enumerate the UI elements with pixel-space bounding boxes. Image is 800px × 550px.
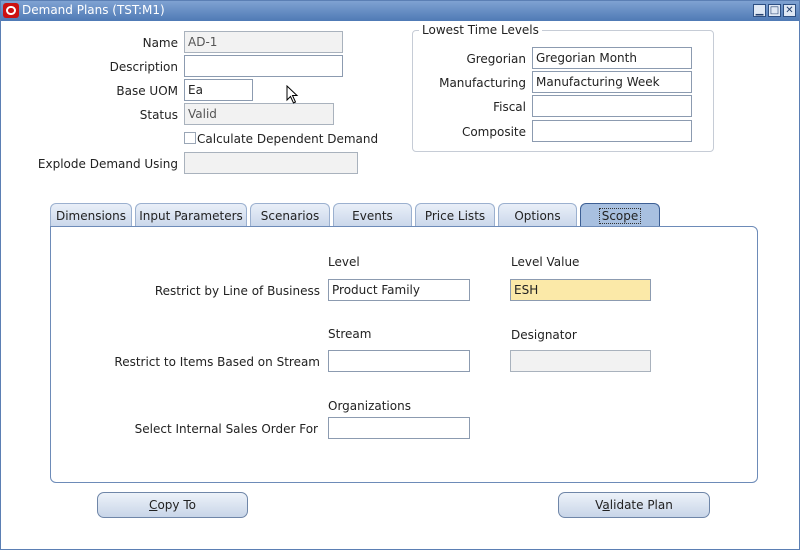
validate-plan-button[interactable]: Validate Plan (558, 492, 710, 518)
composite-label: Composite (461, 125, 526, 139)
minimize-icon[interactable]: ▁ (753, 4, 766, 17)
close-icon[interactable]: ✕ (783, 4, 796, 17)
mouse-pointer-icon (286, 85, 299, 104)
calc-dependent-checkbox[interactable] (184, 132, 196, 144)
maximize-icon[interactable]: □ (768, 4, 781, 17)
organizations-header: Organizations (328, 399, 411, 413)
name-label: Name (142, 36, 178, 50)
window-title: Demand Plans (TST:M1) (22, 3, 165, 17)
time-levels-title: Lowest Time Levels (419, 23, 542, 37)
oracle-icon (3, 3, 19, 18)
calc-dependent-label: Calculate Dependent Demand (197, 132, 379, 146)
status-field[interactable]: Valid (184, 103, 334, 125)
organizations-field[interactable] (328, 417, 470, 439)
designator-field[interactable] (510, 350, 651, 372)
gregorian-field[interactable]: Gregorian Month (532, 47, 692, 69)
designator-header: Designator (511, 328, 577, 342)
validate-plan-label: Validate Plan (595, 498, 673, 512)
tab-input-parameters[interactable]: Input Parameters (135, 203, 247, 227)
explode-label: Explode Demand Using (37, 157, 178, 171)
composite-field[interactable] (532, 120, 692, 142)
tab-options[interactable]: Options (498, 203, 577, 227)
copy-to-button[interactable]: Copy To (97, 492, 248, 518)
name-field[interactable]: AD-1 (184, 31, 343, 53)
tab-price-lists[interactable]: Price Lists (415, 203, 495, 227)
base-uom-field[interactable]: Ea (184, 79, 253, 101)
tab-events[interactable]: Events (333, 203, 412, 227)
manufacturing-label: Manufacturing (439, 76, 526, 90)
tab-dimensions[interactable]: Dimensions (50, 203, 132, 227)
stream-header: Stream (328, 327, 372, 341)
level-header: Level (328, 255, 360, 269)
tab-scope-label: Scope (598, 208, 642, 224)
tab-scenarios[interactable]: Scenarios (250, 203, 330, 227)
manufacturing-field[interactable]: Manufacturing Week (532, 71, 692, 93)
base-uom-label: Base UOM (116, 84, 178, 98)
iso-label: Select Internal Sales Order For (134, 422, 318, 436)
description-field[interactable] (184, 55, 343, 77)
copy-to-rest: opy To (157, 498, 196, 512)
stream-field[interactable] (328, 350, 470, 372)
validate-mnemonic: a (602, 498, 610, 512)
lob-level-field[interactable]: Product Family (328, 279, 470, 301)
lob-level-value-field[interactable]: ESH (510, 279, 651, 301)
gregorian-label: Gregorian (466, 52, 526, 66)
demand-plans-window: Demand Plans (TST:M1) ▁ □ ✕ Name AD-1 De… (0, 0, 800, 550)
level-value-header: Level Value (511, 255, 580, 269)
status-label: Status (139, 108, 178, 122)
explode-field[interactable] (184, 152, 358, 174)
description-label: Description (109, 60, 178, 74)
stream-label: Restrict to Items Based on Stream (114, 355, 320, 369)
lob-label: Restrict by Line of Business (154, 284, 320, 298)
fiscal-field[interactable] (532, 95, 692, 117)
tab-scope[interactable]: Scope (580, 203, 660, 227)
validate-rest: lidate Plan (609, 498, 673, 512)
copy-to-label: Copy To (149, 498, 196, 512)
fiscal-label: Fiscal (493, 100, 526, 114)
title-bar[interactable]: Demand Plans (TST:M1) ▁ □ ✕ (1, 1, 799, 21)
